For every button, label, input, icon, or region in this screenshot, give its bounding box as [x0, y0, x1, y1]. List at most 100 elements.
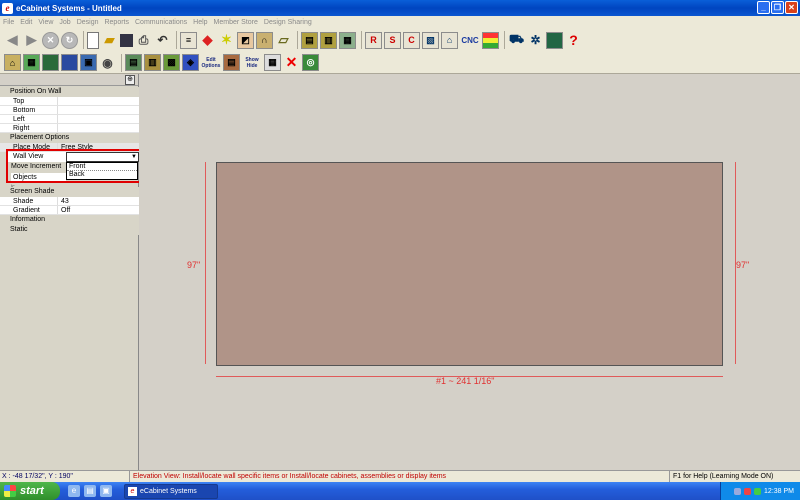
cabinet-icon[interactable]: ▤ — [301, 31, 318, 49]
undo-icon[interactable]: ↶ — [154, 32, 171, 49]
highlight-box — [6, 149, 161, 183]
elevation-canvas[interactable]: 97" 97" #1 ~ 241 1/16" — [139, 74, 800, 470]
cart-settings-icon[interactable]: ✲ — [527, 32, 544, 49]
tray-icon[interactable] — [734, 487, 742, 495]
show-hide-button[interactable]: Show Hide — [242, 54, 262, 71]
materials-icon[interactable]: ◩ — [237, 31, 254, 49]
section-screen-shade: Screen Shade — [0, 187, 139, 197]
open-folder-icon[interactable]: ▰ — [101, 32, 118, 49]
menu-help[interactable]: Help — [193, 19, 207, 26]
ecabinet-icon: e — [128, 486, 137, 496]
bottom-dimension-text: #1 ~ 241 1/16" — [436, 376, 495, 386]
help-icon[interactable]: ? — [565, 32, 582, 49]
view-3d-icon[interactable] — [42, 54, 59, 71]
new-file-icon[interactable] — [87, 31, 99, 49]
grid-pattern-icon[interactable]: ▦ — [339, 31, 356, 49]
save-photo-icon[interactable]: ▣ — [80, 54, 97, 71]
menu-communications[interactable]: Communications — [135, 19, 187, 26]
menu-design[interactable]: Design — [77, 19, 99, 26]
elevation-view-icon[interactable]: ⌂ — [4, 54, 21, 71]
property-row[interactable]: Gradient Off — [0, 206, 139, 215]
static-label: Static — [0, 225, 139, 235]
system-tray: 12:38 PM — [720, 482, 800, 500]
right-dimension-text: 97" — [736, 260, 750, 270]
stop-icon[interactable]: ✕ — [42, 31, 59, 49]
taskbar-item-ecabinet[interactable]: e eCabinet Systems — [124, 483, 218, 499]
paint-brush-icon[interactable]: ◆ — [199, 32, 216, 49]
refresh-icon[interactable]: ↻ — [61, 31, 78, 49]
camera-snap-icon[interactable]: ◎ — [302, 54, 319, 71]
sliders-icon[interactable]: ≡ — [180, 31, 197, 49]
tray-icon[interactable] — [744, 487, 752, 495]
cabinet-elevation-icon[interactable]: ▤ — [125, 54, 142, 71]
color-chart-icon[interactable] — [482, 31, 499, 49]
house-part-icon[interactable]: ⌂ — [441, 31, 458, 49]
title-bar: e eCabinet Systems - Untitled _ ❐ ✕ — [0, 0, 800, 16]
report-r-icon[interactable]: R — [365, 31, 382, 49]
secondary-toolbar: ⌂ ▦ ▣ ◉ ▤ ▥ ▩ ◈ Edit Options ▤ Show Hide… — [0, 52, 800, 74]
browser-icon[interactable]: e — [68, 485, 80, 497]
maximize-button[interactable]: ❐ — [771, 1, 784, 14]
tray-icon[interactable] — [754, 487, 762, 495]
light-burst-icon[interactable]: ✶ — [218, 32, 235, 49]
left-dimension-text: 97" — [187, 260, 201, 270]
hardware-blue-icon[interactable]: ◈ — [182, 54, 199, 71]
cabinet-doors-icon[interactable]: ▥ — [320, 31, 337, 49]
textured-panel-icon[interactable]: ▥ — [144, 54, 161, 71]
status-bar: X : -48 17/32", Y : 190" Elevation View:… — [0, 470, 800, 482]
window-title: eCabinet Systems - Untitled — [16, 3, 122, 13]
close-button[interactable]: ✕ — [785, 1, 798, 14]
forward-arrow-icon[interactable]: ▶ — [23, 32, 40, 49]
media-icon[interactable]: ▣ — [100, 485, 112, 497]
menu-design-sharing[interactable]: Design Sharing — [264, 19, 312, 26]
help-hint: F1 for Help (Learning Mode ON) — [673, 473, 774, 480]
menu-view[interactable]: View — [38, 19, 53, 26]
menu-job[interactable]: Job — [59, 19, 70, 26]
left-dimension-line — [205, 162, 206, 364]
property-row[interactable]: Bottom — [0, 106, 139, 115]
app-icon: e — [2, 2, 13, 14]
section-information: Information — [0, 215, 139, 225]
property-row[interactable]: Top — [0, 97, 139, 106]
report-c-icon[interactable]: C — [403, 31, 420, 49]
pin-icon[interactable]: ⊕ — [125, 75, 135, 85]
properties-panel: ⊕ Position On Wall Top Bottom Left Right… — [0, 74, 161, 470]
menu-file[interactable]: File — [3, 19, 14, 26]
back-arrow-icon[interactable]: ◀ — [4, 32, 21, 49]
property-row[interactable]: Shade 43 — [0, 197, 139, 206]
menu-edit[interactable]: Edit — [20, 19, 32, 26]
monitor-icon[interactable] — [546, 31, 563, 49]
print-icon[interactable]: ⎙ — [135, 32, 152, 49]
lumber-stack-icon[interactable]: ▧ — [422, 31, 439, 49]
start-button[interactable]: start — [0, 482, 60, 500]
toolbar-separator — [121, 53, 122, 72]
clock: 12:38 PM — [764, 487, 794, 495]
render-view-icon[interactable]: ◉ — [99, 54, 116, 71]
main-toolbar: ◀ ▶ ✕ ↻ ▰ ⎙ ↶ ≡ ◆ ✶ ◩ ∩ ▱ ▤ ▥ ▦ R S C ▧ … — [0, 28, 800, 52]
toolbar-separator — [83, 31, 84, 49]
report-s-icon[interactable]: S — [384, 31, 401, 49]
cnc-button[interactable]: CNC — [460, 32, 480, 49]
plank-icon[interactable]: ▱ — [275, 32, 292, 49]
menu-reports[interactable]: Reports — [104, 19, 129, 26]
minimize-button[interactable]: _ — [757, 1, 770, 14]
arch-door-icon[interactable]: ∩ — [256, 31, 273, 49]
property-row[interactable]: Right — [0, 124, 139, 133]
section-placement-options: Placement Options — [0, 133, 139, 143]
quick-launch: e ▤ ▣ — [68, 485, 112, 497]
save-icon[interactable] — [120, 33, 133, 47]
edit-options-button[interactable]: Edit Options — [201, 54, 221, 71]
cart-icon[interactable]: ⛟ — [508, 32, 525, 49]
cabinet-color-icon[interactable]: ▤ — [223, 54, 240, 71]
delete-x-icon[interactable]: ✕ — [283, 54, 300, 71]
panel-view-icon[interactable] — [61, 54, 78, 71]
property-row[interactable]: Left — [0, 115, 139, 124]
wall-elevation[interactable] — [216, 162, 723, 366]
window-controls: _ ❐ ✕ — [757, 1, 798, 14]
walls-layout-icon[interactable]: ▩ — [163, 54, 180, 71]
wall-grid-icon[interactable]: ▦ — [23, 54, 40, 71]
property-grid-lower: Screen Shade Shade 43 Gradient Off Informa… — [0, 187, 139, 235]
explorer-icon[interactable]: ▤ — [84, 485, 96, 497]
grid-pattern-2-icon[interactable]: ▦ — [264, 54, 281, 71]
menu-member-store[interactable]: Member Store — [214, 19, 258, 26]
